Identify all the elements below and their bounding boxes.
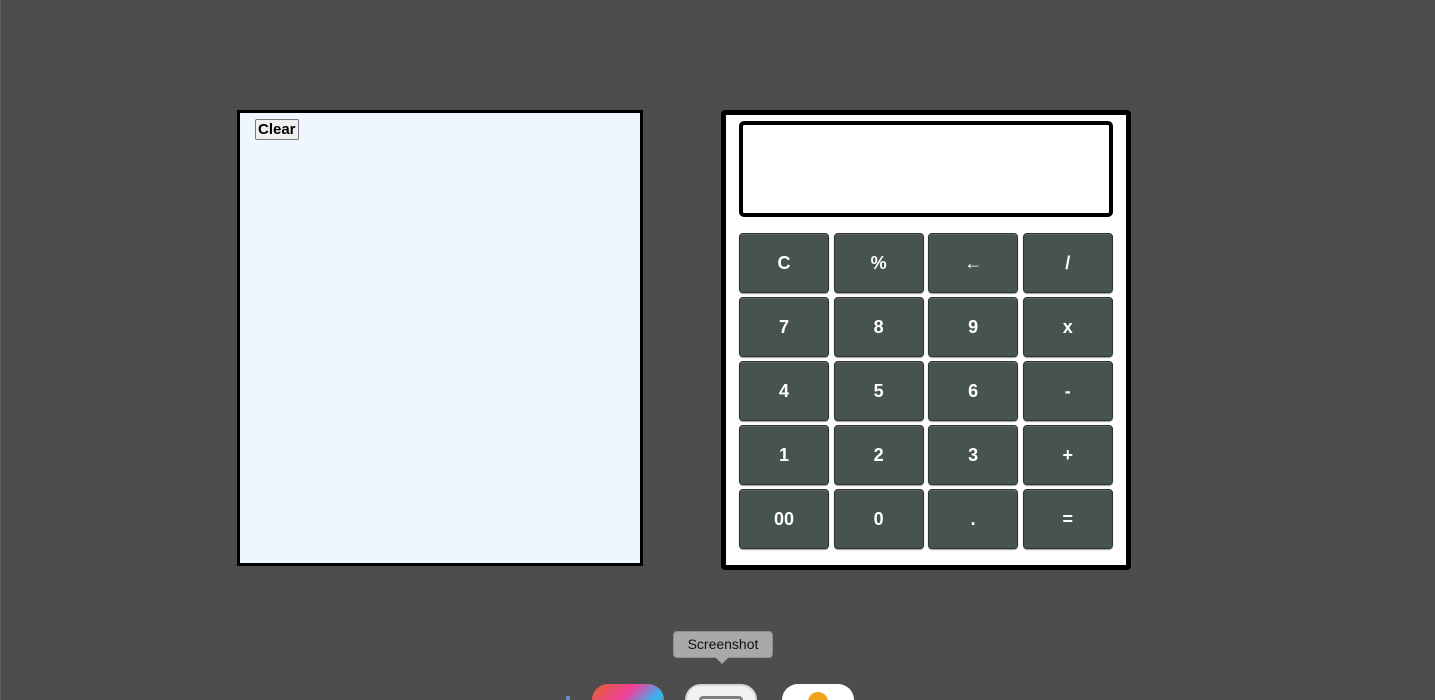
equals-key[interactable]: = [1022, 489, 1113, 549]
percent-key[interactable]: % [833, 233, 924, 293]
screenshot-icon[interactable] [685, 684, 757, 700]
digit-7-key[interactable]: 7 [739, 297, 829, 357]
digit-2-key[interactable]: 2 [833, 425, 924, 485]
desktop: Clear C % ← / 7 8 9 x 4 5 6 - 1 2 3 + 00… [0, 0, 1435, 700]
backspace-key[interactable]: ← [928, 233, 1019, 293]
digit-4-key[interactable]: 4 [739, 361, 829, 421]
digit-9-key[interactable]: 9 [928, 297, 1019, 357]
digit-8-key[interactable]: 8 [833, 297, 924, 357]
decimal-key[interactable]: . [928, 489, 1019, 549]
add-key[interactable]: + [1022, 425, 1113, 485]
digit-5-key[interactable]: 5 [833, 361, 924, 421]
double-zero-key[interactable]: 00 [739, 489, 829, 549]
calculator-display [739, 121, 1113, 217]
photos-icon[interactable] [592, 684, 664, 700]
subtract-key[interactable]: - [1022, 361, 1113, 421]
dock-partial-icon[interactable] [566, 696, 570, 700]
digit-0-key[interactable]: 0 [833, 489, 924, 549]
digit-3-key[interactable]: 3 [928, 425, 1019, 485]
screenshot-frame-icon [699, 696, 743, 700]
multiply-key[interactable]: x [1022, 297, 1113, 357]
digit-1-key[interactable]: 1 [739, 425, 829, 485]
tooltip-arrow [715, 657, 729, 664]
app-icon[interactable] [782, 684, 854, 700]
digit-6-key[interactable]: 6 [928, 361, 1019, 421]
app-dot-icon [808, 692, 828, 700]
keypad: C % ← / 7 8 9 x 4 5 6 - 1 2 3 + 00 0 . = [739, 233, 1113, 549]
dock-tooltip: Screenshot [673, 631, 773, 658]
clear-key[interactable]: C [739, 233, 829, 293]
history-panel: Clear [237, 110, 643, 566]
calculator: C % ← / 7 8 9 x 4 5 6 - 1 2 3 + 00 0 . = [721, 110, 1131, 570]
clear-history-button[interactable]: Clear [255, 119, 299, 140]
divide-key[interactable]: / [1022, 233, 1113, 293]
